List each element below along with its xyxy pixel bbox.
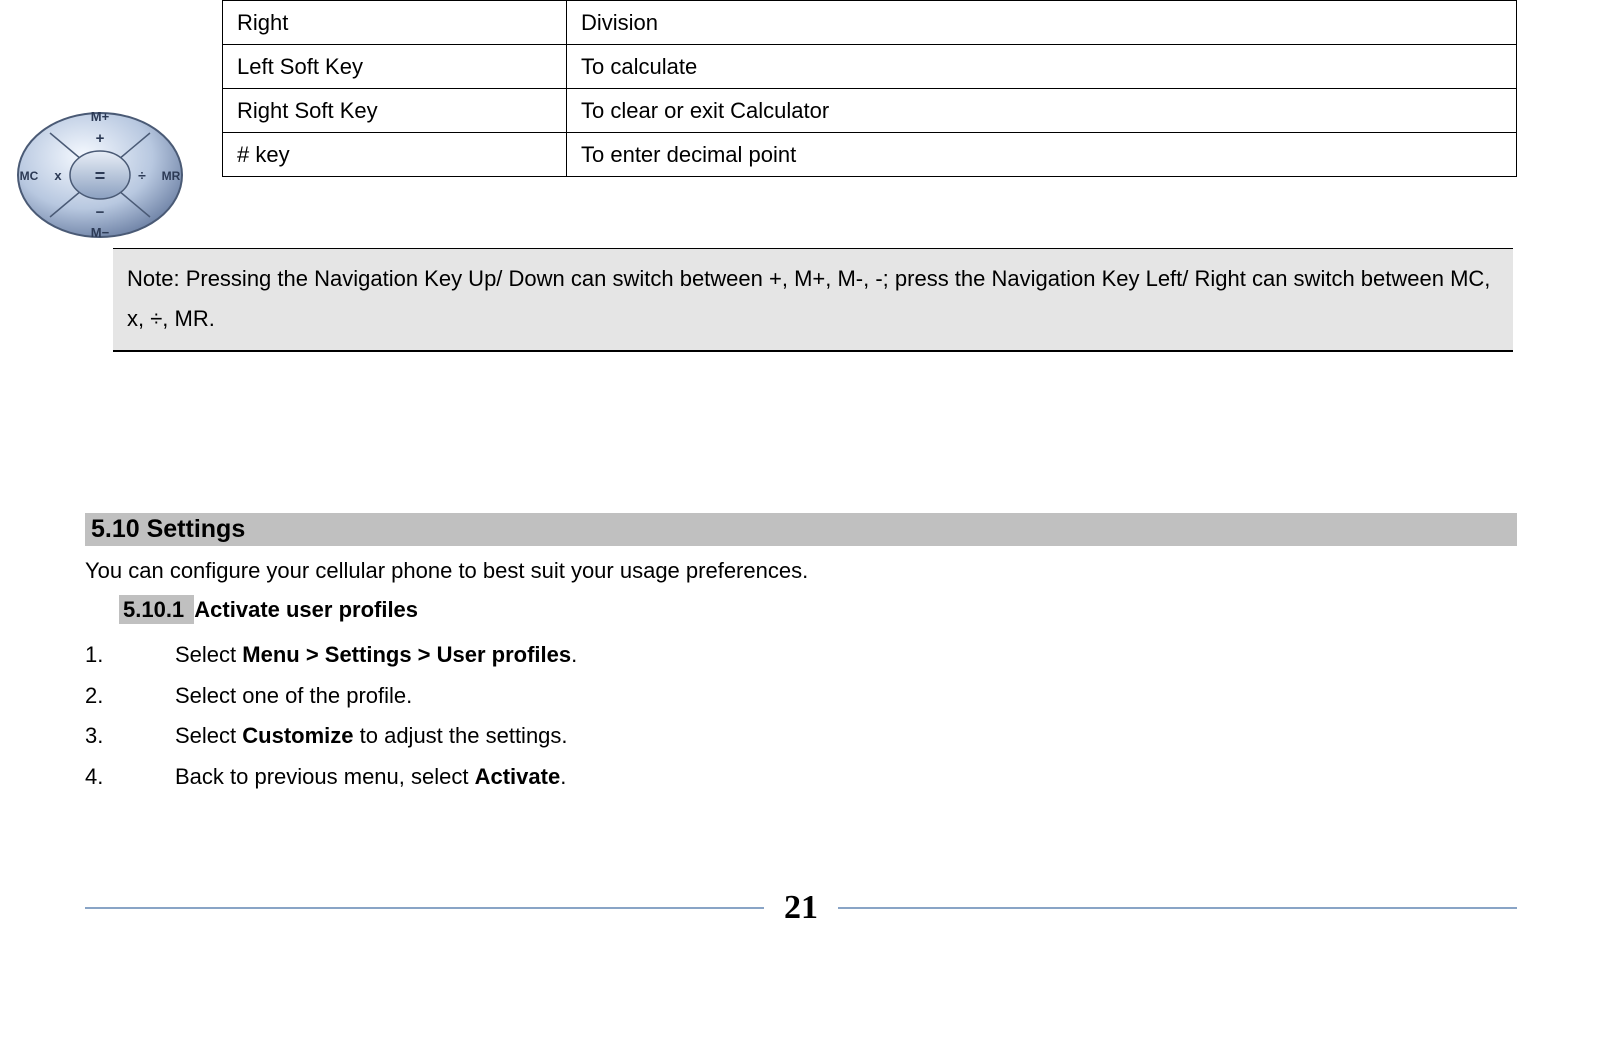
step-number: 4.: [85, 757, 175, 798]
list-item: 3. Select Customize to adjust the settin…: [85, 716, 577, 757]
table-cell-key: Right Soft Key: [223, 89, 567, 133]
step-number: 3.: [85, 716, 175, 757]
step-text: Select Menu > Settings > User profiles.: [175, 635, 577, 676]
table-cell-key: # key: [223, 133, 567, 177]
list-item: 4. Back to previous menu, select Activat…: [85, 757, 577, 798]
navpad-label-plus: +: [96, 130, 105, 147]
table-cell-action: To enter decimal point: [567, 133, 1517, 177]
steps-list: 1. Select Menu > Settings > User profile…: [85, 635, 577, 798]
navpad-label-x: x: [54, 168, 62, 183]
table-row: # key To enter decimal point: [223, 133, 1517, 177]
page-footer: 21: [85, 889, 1517, 927]
navpad-label-center: =: [95, 166, 106, 186]
step-text: Back to previous menu, select Activate.: [175, 757, 566, 798]
section-intro-510: You can configure your cellular phone to…: [85, 558, 808, 584]
table-cell-action: To calculate: [567, 45, 1517, 89]
table-cell-action: Division: [567, 1, 1517, 45]
subsection-5101-num: 5.10.1: [119, 595, 194, 624]
note-box: Note: Pressing the Navigation Key Up/ Do…: [113, 248, 1513, 352]
key-action-table: Right Division Left Soft Key To calculat…: [222, 0, 1517, 177]
navpad-label-minus: −: [96, 204, 105, 221]
navpad-label-right: MR: [162, 169, 181, 183]
navpad-label-div: ÷: [138, 167, 146, 183]
subsection-5101: 5.10.1 Activate user profiles: [119, 597, 418, 623]
list-item: 2. Select one of the profile.: [85, 676, 577, 717]
section-heading-510: 5.10 Settings: [85, 513, 1517, 546]
table-cell-key: Left Soft Key: [223, 45, 567, 89]
navpad-label-down: M−: [91, 225, 110, 240]
table-cell-key: Right: [223, 1, 567, 45]
table-row: Right Division: [223, 1, 1517, 45]
step-text: Select Customize to adjust the settings.: [175, 716, 568, 757]
step-number: 2.: [85, 676, 175, 717]
step-number: 1.: [85, 635, 175, 676]
footer-rule-left: [85, 907, 764, 909]
step-text: Select one of the profile.: [175, 676, 412, 717]
table-cell-action: To clear or exit Calculator: [567, 89, 1517, 133]
footer-rule-right: [838, 907, 1517, 909]
table-row: Left Soft Key To calculate: [223, 45, 1517, 89]
subsection-5101-title: Activate user profiles: [194, 597, 418, 622]
navpad-label-up: M+: [91, 109, 110, 124]
page-number: 21: [784, 889, 818, 927]
table-row: Right Soft Key To clear or exit Calculat…: [223, 89, 1517, 133]
navigation-pad-icon: M+ + M− − MC x MR ÷ =: [10, 105, 190, 245]
list-item: 1. Select Menu > Settings > User profile…: [85, 635, 577, 676]
navpad-label-left: MC: [20, 169, 39, 183]
